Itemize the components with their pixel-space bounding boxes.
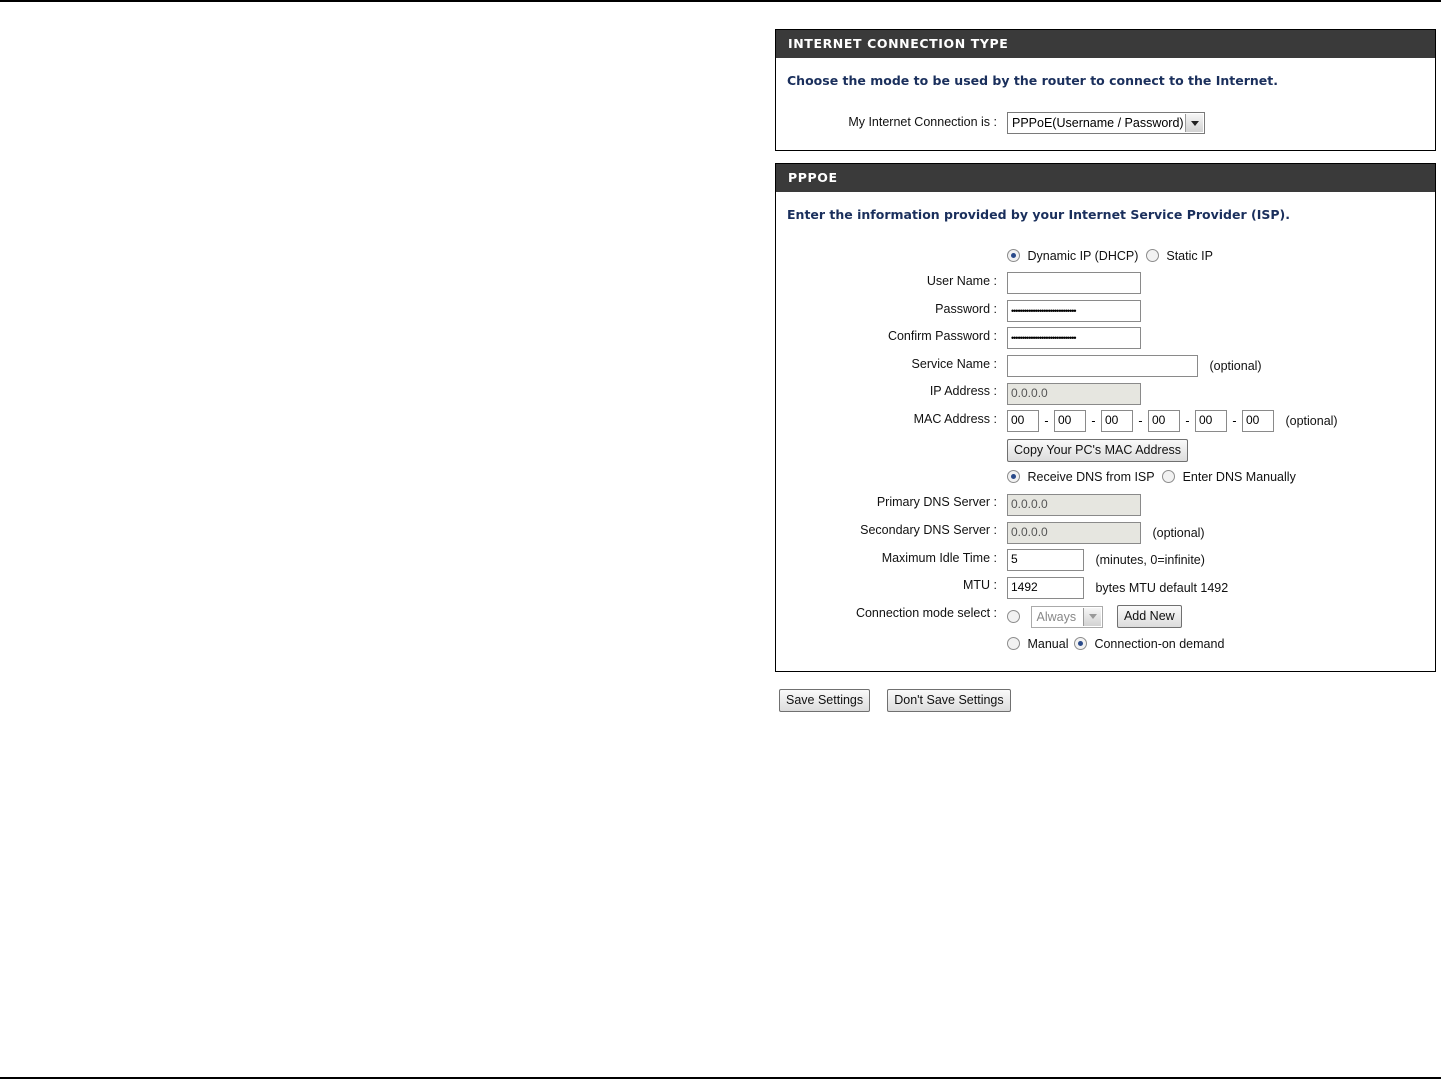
radio-schedule[interactable] <box>1007 610 1020 623</box>
max-idle-time-hint: (minutes, 0=infinite) <box>1095 553 1205 567</box>
primary-dns-input[interactable]: 0.0.0.0 <box>1007 494 1141 516</box>
secondary-dns-hint: (optional) <box>1152 526 1205 540</box>
radio-static-ip[interactable] <box>1145 249 1159 263</box>
mac-address-control: 00-00-00-00-00-00 (optional) <box>1007 410 1338 432</box>
mac-octet-2[interactable]: 00 <box>1054 410 1086 432</box>
password-control: •••••••••••••••••••••••••••••• <box>1007 300 1141 322</box>
service-name-hint: (optional) <box>1209 359 1262 373</box>
password-label: Password : <box>935 302 997 316</box>
radio-manual[interactable] <box>1007 637 1020 651</box>
service-name-input[interactable] <box>1007 355 1198 377</box>
mac-separator: - <box>1044 414 1049 428</box>
mac-octet-6[interactable]: 00 <box>1242 410 1274 432</box>
panel-header-pppoe: PPPOE <box>776 164 1435 192</box>
mtu-label: MTU : <box>962 578 997 592</box>
secondary-dns-input[interactable]: 0.0.0.0 <box>1007 522 1141 544</box>
radio-connection-on-demand[interactable] <box>1073 637 1087 651</box>
mtu-input[interactable]: 1492 <box>1007 577 1084 599</box>
ip-address-control: 0.0.0.0 <box>1007 383 1141 405</box>
mac-octet-5[interactable]: 00 <box>1195 410 1227 432</box>
connection-mode-control: Always Add New <box>1007 605 1182 628</box>
connection-type-label: My Internet Connection is : <box>848 115 997 129</box>
max-idle-time-control: 5 (minutes, 0=infinite) <box>1007 549 1205 571</box>
user-name-control <box>1007 272 1141 294</box>
service-name-label: Service Name : <box>911 357 997 371</box>
connection-type-selected: PPPoE(Username / Password) <box>1012 116 1184 130</box>
pppoe-intro: Enter the information provided by your I… <box>787 207 1290 222</box>
chevron-down-icon <box>1083 607 1102 626</box>
schedule-selected: Always <box>1036 609 1077 624</box>
connection-type-control: PPPoE(Username / Password) <box>1007 112 1205 134</box>
copy-mac-button[interactable]: Copy Your PC's MAC Address <box>1007 439 1189 462</box>
primary-dns-label: Primary DNS Server : <box>876 495 997 509</box>
panel-header-connection-type: INTERNET CONNECTION TYPE <box>776 30 1435 58</box>
radio-dynamic-ip-label: Dynamic IP (DHCP) <box>1027 248 1139 263</box>
secondary-dns-control: 0.0.0.0 (optional) <box>1007 522 1205 544</box>
secondary-dns-label: Secondary DNS Server : <box>860 523 997 537</box>
copy-mac-control: Copy Your PC's MAC Address <box>1007 439 1189 462</box>
connection-type-intro: Choose the mode to be used by the router… <box>787 73 1279 88</box>
add-new-button[interactable]: Add New <box>1116 605 1182 628</box>
password-input[interactable]: •••••••••••••••••••••••••••••• <box>1007 300 1141 322</box>
mac-separator: - <box>1185 414 1190 428</box>
radio-connection-on-demand-label: Connection-on demand <box>1094 636 1225 651</box>
confirm-password-input[interactable]: •••••••••••••••••••••••••••••• <box>1007 327 1141 349</box>
radio-receive-dns[interactable] <box>1007 470 1020 484</box>
max-idle-time-input[interactable]: 5 <box>1007 549 1084 571</box>
action-buttons: Save Settings Don't Save Settings <box>779 689 1011 712</box>
internet-connection-type-panel: INTERNET CONNECTION TYPE Choose the mode… <box>775 29 1436 151</box>
dont-save-settings-button[interactable]: Don't Save Settings <box>887 689 1011 712</box>
bottom-divider <box>0 1077 1441 1079</box>
mac-octet-4[interactable]: 00 <box>1148 410 1180 432</box>
connection-mode-options: Manual Connection-on demand <box>1007 636 1224 651</box>
mac-octet-3[interactable]: 00 <box>1101 410 1133 432</box>
ip-address-label: IP Address : <box>929 384 997 398</box>
primary-dns-control: 0.0.0.0 <box>1007 494 1141 516</box>
save-settings-button[interactable]: Save Settings <box>779 689 871 712</box>
pppoe-panel: PPPOE Enter the information provided by … <box>775 163 1436 672</box>
radio-receive-dns-label: Receive DNS from ISP <box>1027 469 1155 484</box>
confirm-password-control: •••••••••••••••••••••••••••••• <box>1007 327 1141 349</box>
mac-separator: - <box>1138 414 1143 428</box>
radio-enter-dns-manually-label: Enter DNS Manually <box>1182 469 1296 484</box>
mac-octet-1[interactable]: 00 <box>1007 410 1039 432</box>
user-name-label: User Name : <box>926 274 997 288</box>
top-divider <box>0 0 1441 2</box>
mtu-control: 1492 bytes MTU default 1492 <box>1007 577 1228 599</box>
connection-mode-label: Connection mode select : <box>855 606 997 620</box>
ip-address-input[interactable]: 0.0.0.0 <box>1007 383 1141 405</box>
dns-mode-group: Receive DNS from ISP Enter DNS Manually <box>1007 469 1296 484</box>
mac-address-hint: (optional) <box>1285 414 1338 428</box>
chevron-down-icon <box>1185 114 1203 132</box>
user-name-input[interactable] <box>1007 272 1141 294</box>
mac-separator: - <box>1091 414 1096 428</box>
service-name-control: (optional) <box>1007 355 1262 377</box>
mac-address-label: MAC Address : <box>913 412 997 426</box>
radio-enter-dns-manually[interactable] <box>1162 470 1176 484</box>
schedule-select[interactable]: Always <box>1031 605 1104 628</box>
radio-manual-label: Manual <box>1027 636 1069 651</box>
radio-static-ip-label: Static IP <box>1166 248 1213 263</box>
ip-mode-group: Dynamic IP (DHCP) Static IP <box>1007 248 1213 263</box>
radio-dynamic-ip[interactable] <box>1007 249 1020 263</box>
confirm-password-label: Confirm Password : <box>887 329 997 343</box>
max-idle-time-label: Maximum Idle Time : <box>881 551 997 565</box>
mac-separator: - <box>1232 414 1237 428</box>
connection-type-select[interactable]: PPPoE(Username / Password) <box>1007 112 1205 134</box>
mtu-hint: bytes MTU default 1492 <box>1095 581 1229 595</box>
